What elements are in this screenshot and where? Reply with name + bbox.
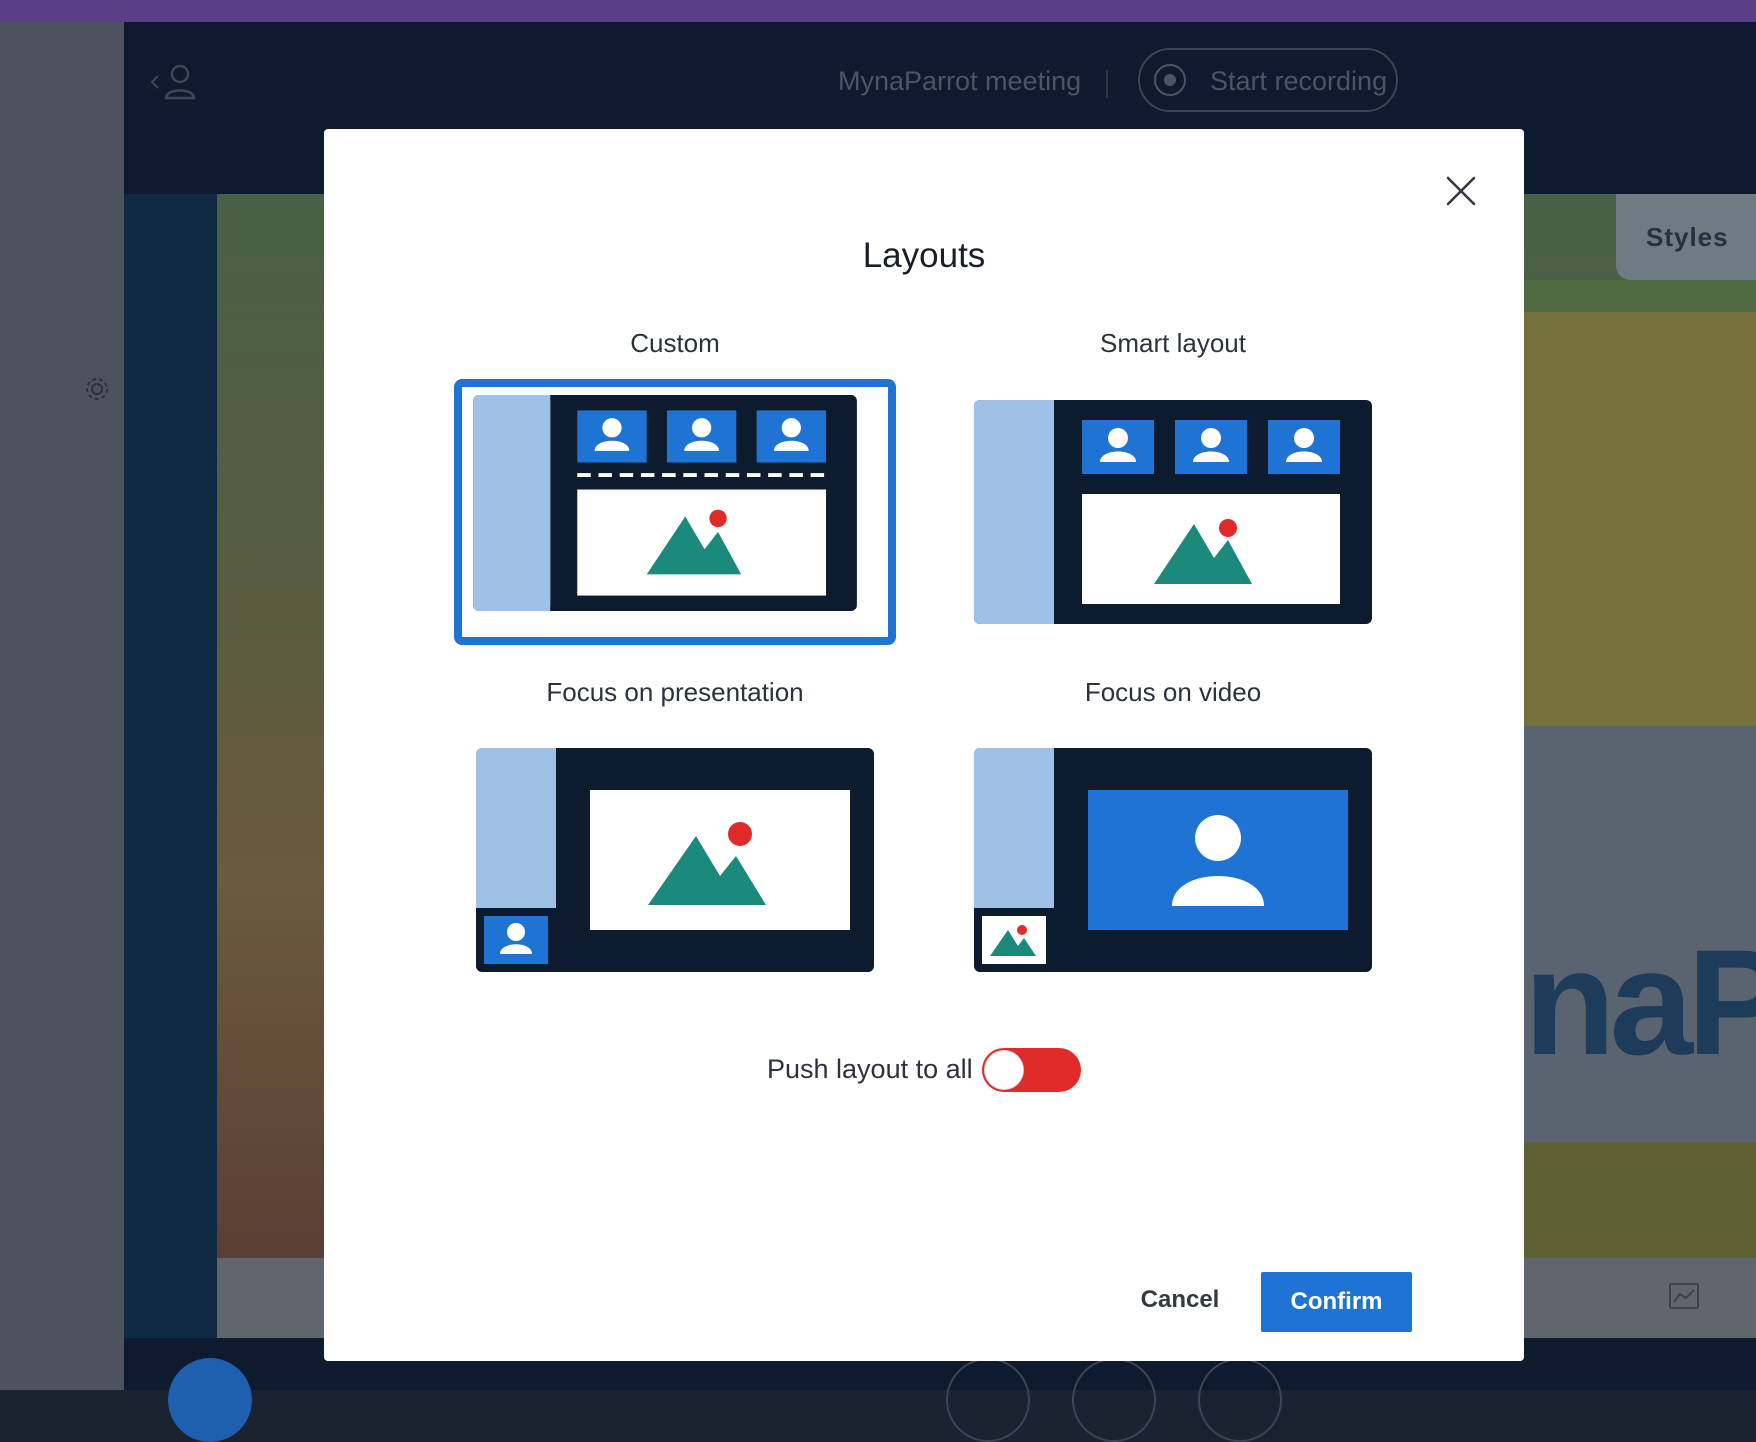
layout-option-custom[interactable] [454,379,896,645]
start-recording-label: Start recording [1210,66,1388,96]
cancel-button[interactable]: Cancel [1120,1272,1240,1328]
layout-option-video[interactable] [974,748,1372,972]
dialog-title: Layouts [862,236,986,275]
toggle-knob [985,1051,1023,1089]
left-rail [0,22,124,1390]
brand-logo: naPa [1524,726,1756,1142]
option-label-smart: Smart layout [1100,328,1246,358]
header-divider [1106,70,1108,98]
bottom-control-button[interactable] [1072,1358,1156,1442]
layout-option-presentation[interactable] [476,748,874,972]
push-layout-label: Push layout to all [767,1054,973,1084]
option-label-presentation: Focus on presentation [546,677,804,707]
window-top-strip [0,0,1756,24]
stage-panel [1524,312,1756,726]
layout-option-smart[interactable] [974,400,1372,624]
layout-custom-icon [466,391,864,615]
bottom-action-button[interactable] [168,1358,252,1442]
bottom-control-button[interactable] [946,1358,1030,1442]
confirm-button[interactable]: Confirm [1261,1272,1412,1332]
bottom-control-button[interactable] [1198,1358,1282,1442]
meeting-title: MynaParrot meeting [838,66,1082,96]
stage-panel [1524,280,1756,312]
gear-icon[interactable] [82,374,112,404]
participants-icon[interactable] [150,62,200,102]
chart-icon[interactable] [1668,1282,1700,1310]
record-icon [1154,64,1186,96]
close-icon[interactable] [1444,174,1478,208]
option-label-video: Focus on video [1084,677,1262,707]
option-label-custom: Custom [630,328,720,358]
stage-panel [1524,1142,1756,1258]
push-layout-toggle[interactable] [982,1048,1081,1092]
layouts-dialog [324,129,1524,1361]
